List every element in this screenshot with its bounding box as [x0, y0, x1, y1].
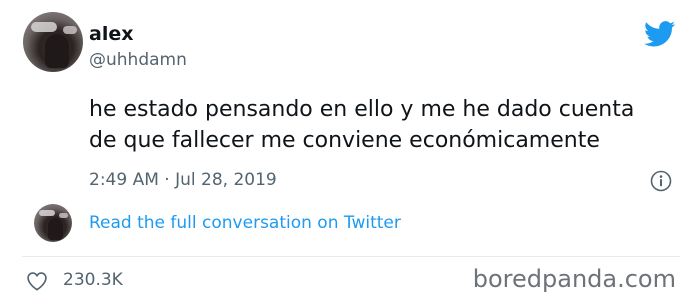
- avatar[interactable]: [23, 12, 83, 72]
- display-name[interactable]: alex: [89, 23, 133, 45]
- tweet-text: he estado pensando en ello y me he dado …: [89, 94, 679, 156]
- tweet-text-line: he estado pensando en ello y me he dado …: [89, 97, 635, 122]
- info-icon[interactable]: [650, 170, 672, 192]
- divider: [22, 256, 680, 257]
- heart-icon[interactable]: [26, 271, 48, 291]
- tweet-card: alex @uhhdamn he estado pensando en ello…: [0, 0, 700, 308]
- tweet-text-line: de que fallecer me conviene económicamen…: [89, 128, 600, 153]
- read-conversation-link[interactable]: Read the full conversation on Twitter: [89, 213, 401, 233]
- twitter-bird-icon[interactable]: [644, 21, 676, 47]
- watermark: boredpanda.com: [472, 265, 676, 293]
- tweet-timestamp[interactable]: 2:49 AM · Jul 28, 2019: [89, 170, 277, 190]
- like-count[interactable]: 230.3K: [63, 270, 123, 290]
- username[interactable]: @uhhdamn: [89, 50, 187, 70]
- avatar-small[interactable]: [34, 204, 72, 242]
